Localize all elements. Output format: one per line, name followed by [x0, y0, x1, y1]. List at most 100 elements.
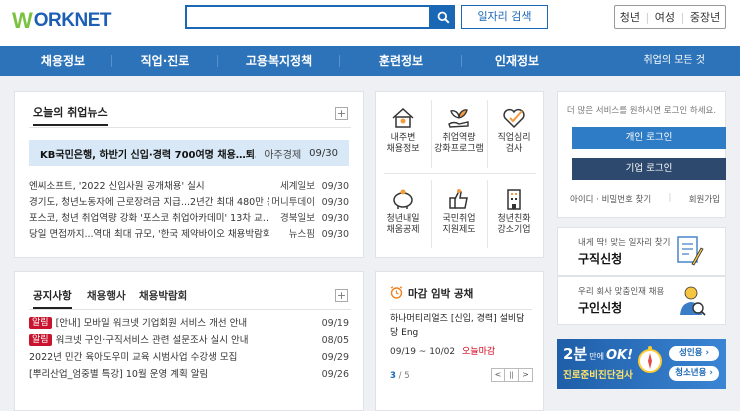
nav-item-jobs[interactable]: 채용정보: [14, 46, 112, 76]
nav-item-career[interactable]: 직업·진로: [112, 46, 218, 76]
notice-item[interactable]: 2022년 민간 육아도우미 교육 시범사업 수강생 모집 09/29: [29, 351, 349, 364]
page-current: 3: [390, 371, 396, 381]
service-youth-savings[interactable]: 청년내일 채움공제: [371, 187, 435, 236]
tab-middle-aged[interactable]: 중장년: [690, 9, 720, 25]
nav-item-talent[interactable]: 인재정보: [462, 46, 572, 76]
search-icon: [437, 11, 450, 24]
carousel-prev-button[interactable]: <: [491, 368, 505, 382]
notice-date: 09/19: [321, 318, 349, 329]
news-item[interactable]: 당일 면접까지...역대 최대 규모, '한국 제약바이오 채용박람회' 뉴스핌…: [29, 228, 349, 241]
page-total: / 5: [398, 371, 410, 381]
banner-sub: 진로준비진단검사: [563, 370, 633, 381]
news-item[interactable]: 경기도, 청년노동자에 근로장려금 지급...2년간 최대 480만 원 머니투…: [29, 196, 349, 209]
deadline-title: 마감 임박 공채: [408, 288, 474, 300]
deadline-job[interactable]: 하나머티리얼즈 [신입, 경력] 설비담 당 Eng: [390, 312, 532, 340]
notices-more-button[interactable]: +: [335, 289, 348, 302]
notice-item[interactable]: 알림 [안내] 모바일 워크넷 기업회원 서비스 개선 안내 09/19: [29, 317, 349, 330]
service-nearby-jobs[interactable]: 내주변 채용정보: [371, 106, 435, 155]
piggy-bank-icon: [393, 189, 413, 209]
notice-date: 09/29: [321, 352, 349, 363]
news-item-source: 경북일보: [280, 213, 315, 224]
carousel-next-button[interactable]: >: [519, 368, 533, 382]
banner-big: 2분: [563, 345, 588, 363]
search-button[interactable]: [431, 5, 455, 29]
banner-mid: 만에: [589, 352, 604, 361]
deadline-status: 오늘마감: [462, 347, 496, 357]
job-application-promo[interactable]: 내게 딱! 맞는 일자리 찾기 구직신청: [557, 227, 726, 276]
job-search-button[interactable]: 일자리 검색: [461, 5, 548, 29]
news-more-button[interactable]: +: [335, 107, 348, 120]
carousel-pause-button[interactable]: ||: [505, 368, 519, 382]
house-map-icon: [392, 107, 414, 128]
services-panel: 내주변 채용정보 취업역량 강화프로그램 직업심리 검사 청년내일 채움공제 국…: [375, 91, 544, 258]
person-magnifier-icon: [680, 286, 706, 316]
worknet-logo[interactable]: W ORKNET: [12, 8, 112, 34]
service-label: 내주변: [390, 133, 416, 143]
login-panel: 더 많은 서비스를 원하시면 로그인 하세요. 개인 로그인 기업 로그인 아이…: [557, 91, 726, 218]
deadline-tags: [신입, 경력] 설비담: [450, 314, 525, 324]
news-title[interactable]: 오늘의 취업뉴스: [33, 104, 108, 126]
document-pen-icon: [677, 236, 704, 266]
company-login-button[interactable]: 기업 로그인: [572, 158, 726, 180]
career-test-banner[interactable]: 2분 만에 OK! 진로준비진단검사 성인용 › 청소년용 ›: [557, 339, 726, 389]
personal-login-button[interactable]: 개인 로그인: [572, 127, 726, 149]
tab-divider: |: [680, 10, 685, 24]
news-item-title: 엔씨소프트, '2022 신입사원 공개채용' 실시: [29, 181, 205, 192]
news-highlight-date: 09/30: [309, 147, 338, 159]
banner-adult-button[interactable]: 성인용 ›: [669, 346, 719, 361]
news-item[interactable]: 포스코, 청년 취업역량 강화 '포스코 취업아카데미' 13차 교… 경북일보…: [29, 212, 349, 225]
news-panel: 오늘의 취업뉴스 + KB국민은행, 하반기 신입·경력 700여명 채용…퇴……: [14, 91, 364, 258]
deadline-tags-cont: 당 Eng: [390, 328, 419, 338]
news-item-source: 머니투데이: [271, 197, 315, 208]
sprout-hand-icon: [448, 109, 469, 128]
news-item[interactable]: 엔씨소프트, '2022 신입사원 공개채용' 실시 세계일보 09/30: [29, 180, 349, 193]
divider: [29, 309, 351, 310]
news-highlight[interactable]: KB국민은행, 하반기 신입·경력 700여명 채용…퇴… 아주경제 09/30: [29, 140, 349, 166]
carousel-controls: < || >: [491, 368, 533, 382]
logo-text: ORKNET: [33, 10, 112, 31]
divider: [29, 127, 351, 128]
tab-recruit-events[interactable]: 채용행사: [87, 288, 126, 303]
tab-women[interactable]: 여성: [655, 9, 675, 25]
notice-title: [안내] 모바일 워크넷 기업회원 서비스 개선 안내: [55, 318, 248, 329]
search-input[interactable]: [185, 5, 431, 29]
building-icon: [507, 189, 521, 210]
tab-youth[interactable]: 청년: [620, 9, 640, 25]
service-aptitude-test[interactable]: 직업심리 검사: [482, 106, 546, 155]
join-link[interactable]: 회원가입: [689, 193, 720, 205]
recruit-application-promo[interactable]: 우리 회사 맞춤인재 채용 구인신청: [557, 276, 726, 325]
news-item-title: 당일 면접까지...역대 최대 규모, '한국 제약바이오 채용박람회': [29, 229, 269, 240]
news-item-date: 09/30: [321, 181, 349, 192]
link-divider: |: [668, 193, 672, 203]
notice-title: [뿌리산업_엄중별 특강] 10월 운영 계획 알림: [29, 369, 209, 380]
news-highlight-source: 아주경제: [264, 149, 302, 161]
service-label: 강소기업: [497, 225, 531, 235]
service-label: 청년친화: [497, 214, 531, 224]
login-links: 아이디 · 비밀번호 찾기 | 회원가입: [570, 193, 720, 205]
notice-date: 09/26: [321, 369, 349, 380]
news-item-title: 포스코, 청년 취업역량 강화 '포스코 취업아카데미' 13차 교…: [29, 213, 269, 224]
news-highlight-title: KB국민은행, 하반기 신입·경력 700여명 채용…퇴…: [40, 149, 257, 161]
thumbs-up-icon: [449, 189, 468, 209]
news-item-date: 09/30: [321, 229, 349, 240]
tab-divider: |: [645, 10, 650, 24]
divider: [384, 173, 536, 174]
promo-big-text: 구인신청: [578, 301, 623, 315]
notice-item[interactable]: [뿌리산업_엄중별 특강] 10월 운영 계획 알림 09/26: [29, 368, 349, 381]
notice-title: 2022년 민간 육아도우미 교육 시범사업 수강생 모집: [29, 352, 238, 363]
news-item-date: 09/30: [321, 197, 349, 208]
deadline-company: 하나머티리얼즈: [390, 314, 448, 324]
notice-item[interactable]: 알림 워크넷 구인·구직서비스 관련 설문조사 실시 안내 08/05: [29, 334, 349, 347]
banner-youth-button[interactable]: 청소년용 ›: [669, 366, 719, 381]
tab-notices[interactable]: 공지사항: [33, 288, 72, 309]
nav-item-training[interactable]: 훈련정보: [340, 46, 462, 76]
tab-job-fairs[interactable]: 채용박람회: [139, 288, 187, 303]
promo-small-text: 내게 딱! 맞는 일자리 찾기: [578, 238, 671, 248]
service-label: 청년내일: [386, 214, 420, 224]
notice-title: 워크넷 구인·구직서비스 관련 설문조사 실시 안내: [55, 335, 249, 346]
find-account-link[interactable]: 아이디 · 비밀번호 찾기: [570, 193, 651, 205]
service-label: 채용정보: [386, 144, 420, 154]
nav-all-about-jobs[interactable]: 취업의 모든 것: [643, 46, 705, 76]
service-youth-friendly-company[interactable]: 청년친화 강소기업: [482, 187, 546, 236]
nav-item-welfare[interactable]: 고용복지정책: [218, 46, 340, 76]
